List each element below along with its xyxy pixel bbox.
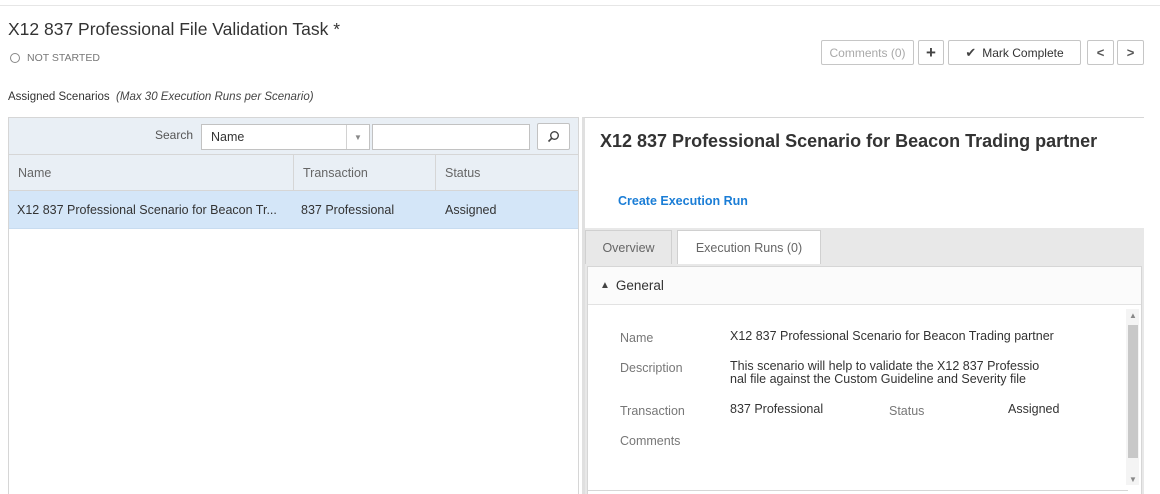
collapse-icon: ▲ <box>600 280 610 291</box>
add-button[interactable]: + <box>918 40 944 65</box>
scrollbar-thumb[interactable] <box>1128 325 1138 458</box>
toolbar: Comments (0) + ✔ Mark Complete < > <box>821 40 1144 65</box>
status-label: Status <box>889 404 925 418</box>
comments-label: Comments <box>620 434 681 448</box>
tab-overview[interactable]: Overview <box>585 230 672 264</box>
column-header-status[interactable]: Status <box>436 155 578 191</box>
column-header-transaction[interactable]: Transaction <box>294 155 436 191</box>
scenario-title: X12 837 Professional Scenario for Beacon… <box>600 131 1098 151</box>
overview-content: ▲ General Name X12 837 Professional Scen… <box>587 266 1142 494</box>
table-header: Name Transaction Status <box>9 155 578 191</box>
assigned-scenarios-label: Assigned Scenarios (Max 30 Execution Run… <box>8 91 314 103</box>
task-status: NOT STARTED <box>10 51 100 65</box>
chevron-left-icon: < <box>1096 45 1105 60</box>
description-line-2: nal file against the Custom Guideline an… <box>730 372 1026 386</box>
name-label: Name <box>620 331 654 345</box>
search-bar: Search Name ▼ <box>9 118 578 155</box>
search-button[interactable] <box>537 123 570 150</box>
previous-button[interactable]: < <box>1087 40 1114 65</box>
table-row[interactable]: X12 837 Professional Scenario for Beacon… <box>9 191 578 229</box>
name-value: X12 837 Professional Scenario for Beacon… <box>730 329 1054 343</box>
plus-icon: + <box>926 42 936 62</box>
column-header-name[interactable]: Name <box>9 155 294 191</box>
status-text: NOT STARTED <box>27 52 100 64</box>
max-runs-note: (Max 30 Execution Runs per Scenario) <box>116 91 314 103</box>
next-button[interactable]: > <box>1117 40 1144 65</box>
chevron-right-icon: > <box>1126 45 1135 60</box>
caret-down-icon: ▼ <box>346 125 369 149</box>
mark-complete-label: Mark Complete <box>982 45 1064 60</box>
general-section-title: General <box>615 278 664 293</box>
search-field-select[interactable]: Name ▼ <box>201 124 370 150</box>
search-field-value: Name <box>211 130 245 144</box>
top-border <box>0 0 1160 6</box>
comments-button[interactable]: Comments (0) <box>821 40 914 65</box>
nav-group: < > <box>1087 40 1144 65</box>
mark-complete-button[interactable]: ✔ Mark Complete <box>948 40 1081 65</box>
cell-name: X12 837 Professional Scenario for Beacon… <box>17 202 277 217</box>
create-execution-run-link[interactable]: Create Execution Run <box>618 194 748 208</box>
section-divider <box>588 490 1128 491</box>
detail-scrollbar[interactable]: ▲ ▼ <box>1126 309 1139 485</box>
search-label: Search <box>155 128 194 142</box>
search-icon <box>547 131 559 143</box>
page-title: X12 837 Professional File Validation Tas… <box>8 19 341 39</box>
cell-status: Assigned <box>445 202 497 217</box>
scenario-list-panel: Search Name ▼ Name Transaction Status X1… <box>8 117 579 494</box>
check-icon: ✔ <box>965 44 977 60</box>
general-section-header[interactable]: ▲ General <box>588 267 1141 305</box>
scroll-down-icon[interactable]: ▼ <box>1128 475 1138 484</box>
scenario-detail-panel: X12 837 Professional Scenario for Beacon… <box>582 117 1144 494</box>
status-ring-icon <box>10 53 20 63</box>
detail-tabs-area: Overview Execution Runs (0) ▲ General Na… <box>585 228 1144 494</box>
description-label: Description <box>620 361 683 375</box>
scroll-up-icon[interactable]: ▲ <box>1128 311 1138 320</box>
transaction-label: Transaction <box>620 404 685 418</box>
status-value: Assigned <box>1008 402 1060 416</box>
assigned-scenarios-text: Assigned Scenarios <box>8 91 110 103</box>
cell-transaction: 837 Professional <box>301 202 395 217</box>
tab-execution-runs[interactable]: Execution Runs (0) <box>677 230 821 264</box>
search-input[interactable] <box>372 124 530 150</box>
transaction-value: 837 Professional <box>730 402 824 416</box>
